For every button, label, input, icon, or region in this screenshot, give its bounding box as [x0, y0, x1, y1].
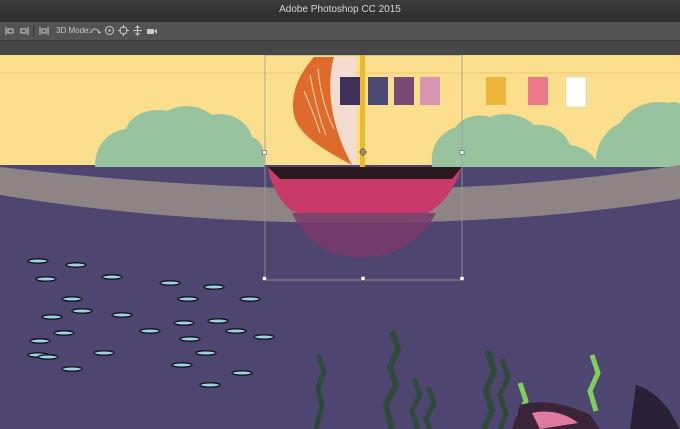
toolbar-divider [33, 25, 34, 37]
color-swatch [340, 77, 360, 105]
document-canvas[interactable] [0, 55, 680, 429]
fish [139, 328, 161, 334]
fish [171, 362, 193, 368]
fish [65, 262, 87, 268]
title-bar: Adobe Photoshop CC 2015 [0, 0, 680, 23]
fish [225, 328, 247, 334]
color-swatch [368, 77, 388, 105]
window-title: Adobe Photoshop CC 2015 [279, 4, 401, 15]
align-right-icon[interactable] [18, 24, 30, 37]
fish [173, 320, 195, 326]
3d-mode-label: 3D Mode: [56, 26, 91, 35]
color-swatch [394, 77, 414, 105]
color-swatch [565, 76, 587, 108]
fish [35, 276, 57, 282]
color-swatch [420, 77, 440, 105]
fish [101, 274, 123, 280]
fish [61, 366, 83, 372]
fish [93, 350, 115, 356]
fish [177, 296, 199, 302]
fish [239, 296, 261, 302]
boat-mast [360, 55, 365, 175]
align-left-icon[interactable] [4, 24, 16, 37]
fish [231, 370, 253, 376]
rotate-3d-icon[interactable] [88, 24, 102, 37]
fish [61, 296, 83, 302]
fish [179, 336, 201, 342]
fish [37, 354, 59, 360]
options-bar: 3D Mode: [0, 22, 680, 41]
boat-deck [268, 167, 462, 179]
scale-3d-icon[interactable] [145, 24, 158, 37]
fish [253, 334, 275, 340]
handle-mid-left[interactable] [262, 276, 267, 281]
slide-3d-icon[interactable] [131, 24, 144, 37]
fish [41, 314, 63, 320]
fish [29, 338, 51, 344]
fish [159, 280, 181, 286]
fish [27, 258, 49, 264]
color-swatch [528, 77, 548, 105]
distribute-icon[interactable] [38, 24, 50, 37]
fish [203, 284, 225, 290]
fish [199, 382, 221, 388]
fish [195, 350, 217, 356]
pan-3d-icon[interactable] [117, 24, 130, 37]
fish [111, 312, 133, 318]
handle-bottom-right[interactable] [459, 276, 465, 281]
handle-bottom-center[interactable] [360, 276, 366, 281]
canvas-backdrop [0, 41, 680, 55]
handle-top-left[interactable] [262, 150, 267, 155]
roll-3d-icon[interactable] [103, 24, 116, 37]
fish [207, 318, 229, 324]
handle-top-right[interactable] [459, 150, 465, 155]
illustration [0, 55, 680, 429]
fish [53, 330, 75, 336]
fish [71, 308, 93, 314]
color-swatch [486, 77, 506, 105]
